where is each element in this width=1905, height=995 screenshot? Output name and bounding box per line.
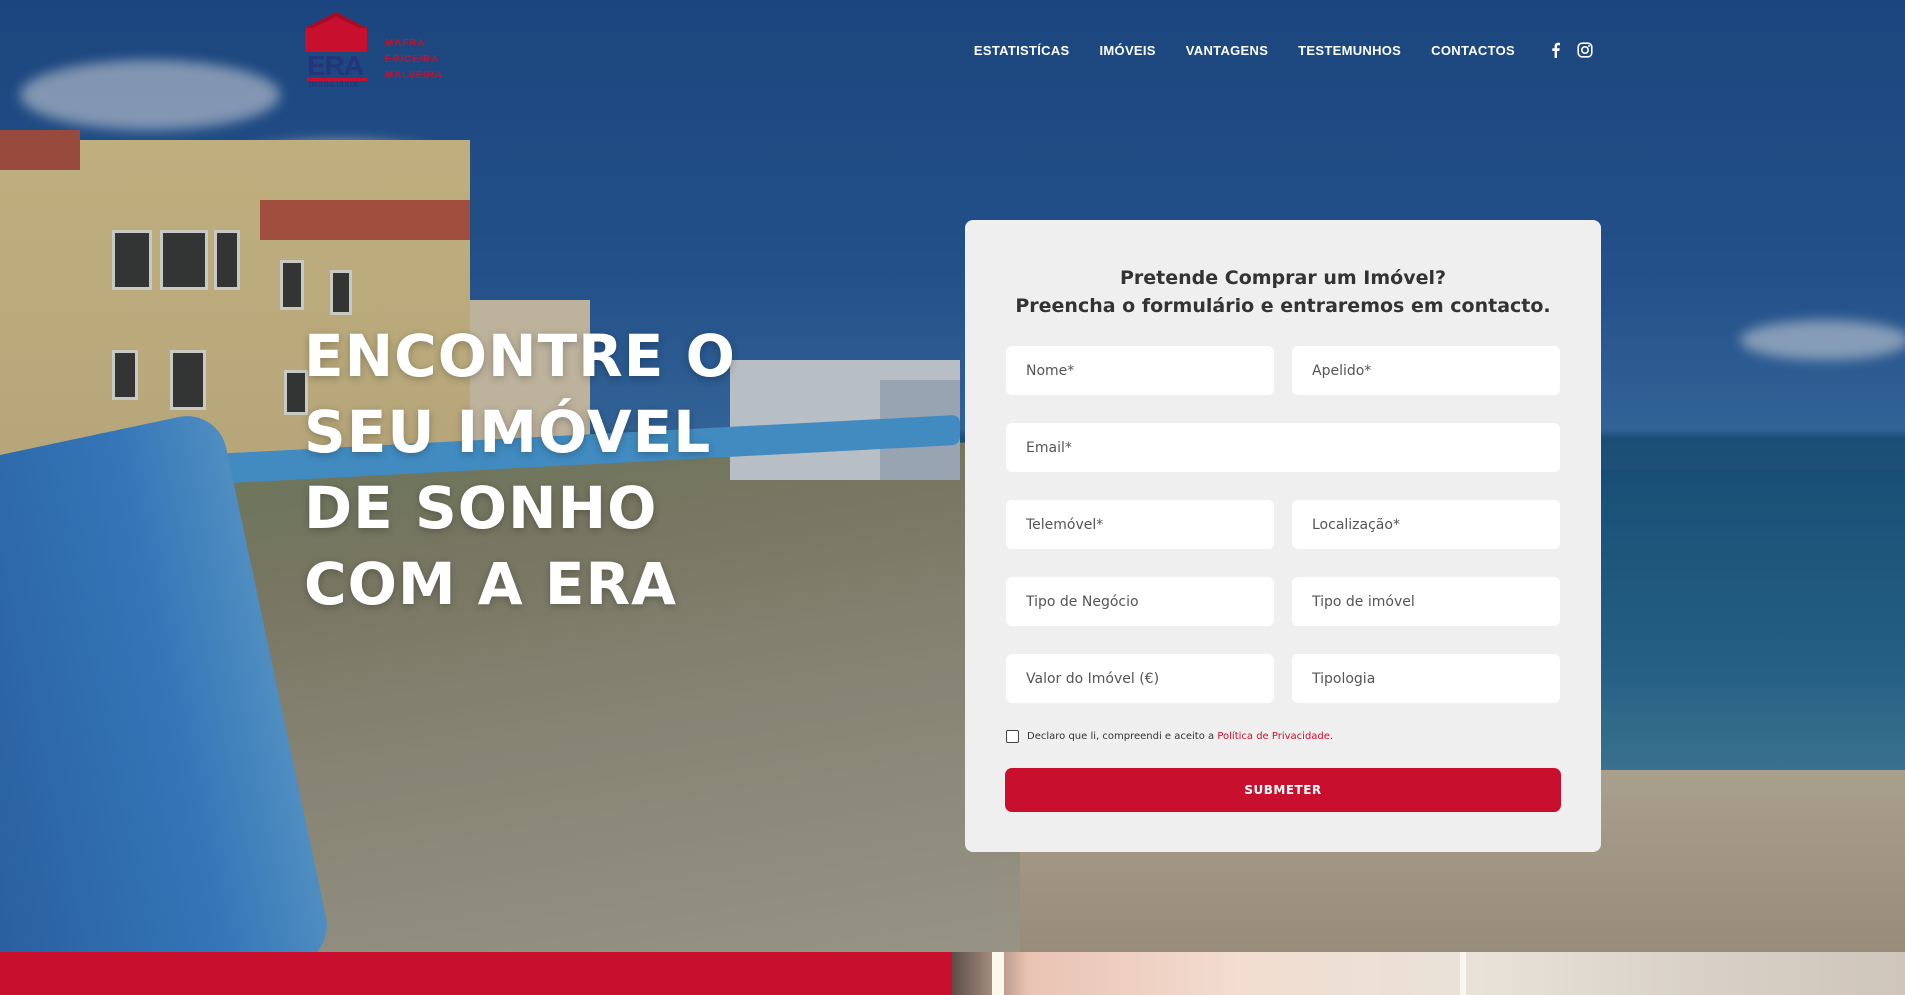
privacy-checkbox[interactable]	[1006, 730, 1019, 743]
picture-frame-edge	[1460, 952, 1466, 995]
form-title: Pretende Comprar um Imóvel? Preencha o f…	[965, 264, 1601, 320]
logo-subtext: IMOBILIÁRIA	[309, 82, 359, 89]
privacy-policy-link[interactable]: Política de Privacidade	[1217, 731, 1330, 742]
headline-line: SEU IMÓVEL	[304, 398, 712, 466]
instagram-icon[interactable]	[1577, 42, 1593, 58]
hero-background	[0, 0, 1905, 952]
consent-end: .	[1329, 731, 1334, 742]
nav-estatisticas[interactable]: ESTATISTÍCAS	[974, 43, 1070, 58]
headline-line: DE SONHO	[304, 474, 658, 542]
contact-form-card: Pretende Comprar um Imóvel? Preencha o f…	[965, 220, 1601, 852]
main-nav: ESTATISTÍCAS IMÓVEIS VANTAGENS TESTEMUNH…	[974, 42, 1593, 58]
telemovel-field[interactable]	[1006, 500, 1274, 549]
location-malveira: MALVEIRA	[385, 70, 443, 81]
form-title-line2: Preencha o formulário e entraremos em co…	[1015, 295, 1551, 317]
house-logo-icon	[305, 12, 367, 52]
section-strip-red	[0, 952, 952, 995]
privacy-consent: Declaro que li, compreendi e aceito a Po…	[1006, 730, 1333, 743]
nav-testemunhos[interactable]: TESTEMUNHOS	[1298, 43, 1401, 58]
tipo-imovel-select[interactable]	[1292, 577, 1560, 626]
section-strip-image	[952, 952, 1905, 995]
headline-line: ENCONTRE O	[304, 322, 736, 390]
hero-overlay	[0, 0, 1905, 952]
localizacao-field[interactable]	[1292, 500, 1560, 549]
headline-line: COM A ERA	[304, 550, 678, 618]
tipo-negocio-select[interactable]	[1006, 577, 1274, 626]
logo-locations: MAFRA ERICEIRA MALVEIRA	[385, 36, 443, 84]
logo-bar	[307, 78, 367, 81]
consent-label: Declaro que li, compreendi e aceito a	[1027, 731, 1215, 742]
location-ericeira: ERICEIRA	[385, 54, 440, 65]
social-links	[1547, 42, 1593, 58]
consent-text: Declaro que li, compreendi e aceito a Po…	[1027, 731, 1333, 742]
tipologia-select[interactable]	[1292, 654, 1560, 703]
nav-contactos[interactable]: CONTACTOS	[1431, 43, 1515, 58]
nav-vantagens[interactable]: VANTAGENS	[1186, 43, 1268, 58]
location-mafra: MAFRA	[385, 38, 426, 49]
email-field[interactable]	[1006, 423, 1560, 472]
submit-button[interactable]: SUBMETER	[1005, 768, 1561, 812]
valor-imovel-field[interactable]	[1006, 654, 1274, 703]
form-title-line1: Pretende Comprar um Imóvel?	[1119, 267, 1446, 289]
facebook-icon[interactable]	[1547, 42, 1563, 58]
nome-field[interactable]	[1006, 346, 1274, 395]
picture-frame-edge	[992, 952, 1004, 995]
era-logo[interactable]: ERA IMOBILIÁRIA MAFRA ERICEIRA MALVEIRA	[305, 12, 455, 90]
hero-headline: ENCONTRE O SEU IMÓVEL DE SONHO COM A ERA	[304, 318, 736, 622]
apelido-field[interactable]	[1292, 346, 1560, 395]
nav-imoveis[interactable]: IMÓVEIS	[1100, 43, 1156, 58]
